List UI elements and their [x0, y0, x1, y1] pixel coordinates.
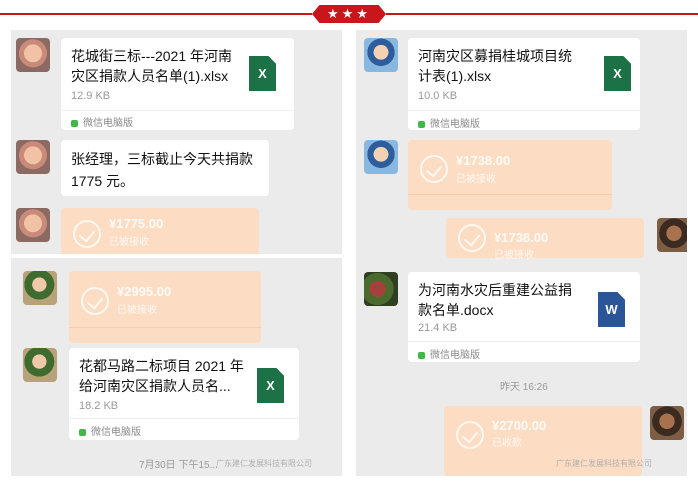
- avatar[interactable]: [23, 348, 57, 382]
- timestamp: 7月30日 下午15...: [139, 460, 218, 471]
- check-icon: [81, 287, 109, 315]
- excel-icon: X: [257, 368, 284, 403]
- divider: [408, 341, 640, 342]
- avatar[interactable]: [657, 218, 687, 252]
- file-message[interactable]: 河南灾区募捐桂城项目统 计表(1).xlsx 10.0 KB X 微信电脑版: [408, 38, 640, 130]
- file-size: 12.9 KB: [71, 90, 111, 102]
- file-size: 21.4 KB: [418, 322, 458, 334]
- transfer-status: 已被接收: [456, 174, 496, 185]
- wechat-pc-icon: [71, 120, 78, 127]
- wechat-pc-icon: [79, 429, 86, 436]
- transfer-status: 已被接收: [494, 250, 534, 261]
- transfer-amount: ¥1738.00: [494, 230, 549, 245]
- wechat-pc-icon: [418, 352, 425, 359]
- timestamp: 昨天 16:26: [500, 382, 548, 393]
- file-size: 18.2 KB: [79, 400, 119, 412]
- transfer-status: 已收款: [492, 438, 522, 449]
- transfer-footer: [69, 327, 261, 343]
- avatar[interactable]: [16, 208, 50, 242]
- chat-panel-left-bottom: ¥2995.00 已被接收 花都马路二标项目 2021 年给河南灾区捐款人员名.…: [11, 258, 342, 476]
- transfer-status: 已被接收: [109, 237, 149, 248]
- check-icon: [456, 421, 484, 449]
- divider: [408, 110, 640, 111]
- file-size: 10.0 KB: [418, 90, 458, 102]
- transfer-message[interactable]: ¥1775.00 已被接收: [61, 208, 259, 254]
- wechat-pc-icon: [418, 121, 425, 128]
- chat-panel-right: 河南灾区募捐桂城项目统 计表(1).xlsx 10.0 KB X 微信电脑版 ¥1…: [356, 30, 687, 476]
- banner-line-right: [386, 13, 698, 15]
- transfer-amount: ¥2995.00: [117, 284, 172, 299]
- transfer-amount: ¥1738.00: [456, 153, 511, 168]
- transfer-status: 已被接收: [117, 305, 157, 316]
- divider: [61, 110, 294, 111]
- banner-line-left: [0, 13, 312, 15]
- file-message[interactable]: 花城街三标---2021 年河南 灾区捐款人员名单(1).xlsx 12.9 KB…: [61, 38, 294, 130]
- banner-stars: ★★★: [312, 5, 386, 23]
- avatar[interactable]: [364, 272, 398, 306]
- transfer-amount: ¥2700.00: [492, 418, 547, 433]
- file-message[interactable]: 花都马路二标项目 2021 年给河南灾区捐款人员名... 18.2 KB X 微…: [69, 348, 299, 440]
- divider: [69, 418, 299, 419]
- file-source: 微信电脑版: [418, 115, 480, 130]
- word-icon: W: [598, 292, 625, 327]
- check-icon: [73, 220, 101, 248]
- watermark: 广东建仁发展科技有限公司: [556, 459, 652, 468]
- avatar[interactable]: [364, 38, 398, 72]
- avatar[interactable]: [23, 271, 57, 305]
- text-message[interactable]: 张经理，三标截止今天共捐款 1775 元。: [61, 140, 269, 196]
- file-source: 微信电脑版: [418, 346, 480, 361]
- file-name: 花城街三标---2021 年河南 灾区捐款人员名单(1).xlsx: [71, 48, 233, 84]
- avatar[interactable]: [364, 140, 398, 174]
- check-icon: [420, 155, 448, 183]
- avatar[interactable]: [16, 38, 50, 72]
- file-source: 微信电脑版: [71, 114, 133, 129]
- transfer-message[interactable]: ¥2995.00 已被接收: [69, 271, 261, 343]
- file-name: 花都马路二标项目 2021 年给河南灾区捐款人员名...: [79, 358, 244, 394]
- avatar[interactable]: [650, 406, 684, 440]
- transfer-message[interactable]: ¥1738.00 已被接收: [408, 140, 612, 210]
- watermark: 广东建仁发展科技有限公司: [216, 459, 312, 468]
- file-name: 为河南水灾后重建公益捐 款名单.docx: [418, 282, 572, 318]
- file-message[interactable]: 为河南水灾后重建公益捐 款名单.docx 21.4 KB W 微信电脑版: [408, 272, 640, 362]
- chat-panel-left-top: 花城街三标---2021 年河南 灾区捐款人员名单(1).xlsx 12.9 KB…: [11, 30, 342, 254]
- file-name: 河南灾区募捐桂城项目统 计表(1).xlsx: [418, 48, 572, 84]
- excel-icon: X: [249, 56, 276, 91]
- transfer-amount: ¥1775.00: [109, 216, 164, 231]
- transfer-footer: [408, 194, 612, 210]
- file-source: 微信电脑版: [79, 423, 141, 438]
- check-icon: [458, 224, 486, 252]
- transfer-message[interactable]: ¥1738.00 已被接收: [446, 218, 644, 261]
- avatar[interactable]: [16, 140, 50, 174]
- excel-icon: X: [604, 56, 631, 91]
